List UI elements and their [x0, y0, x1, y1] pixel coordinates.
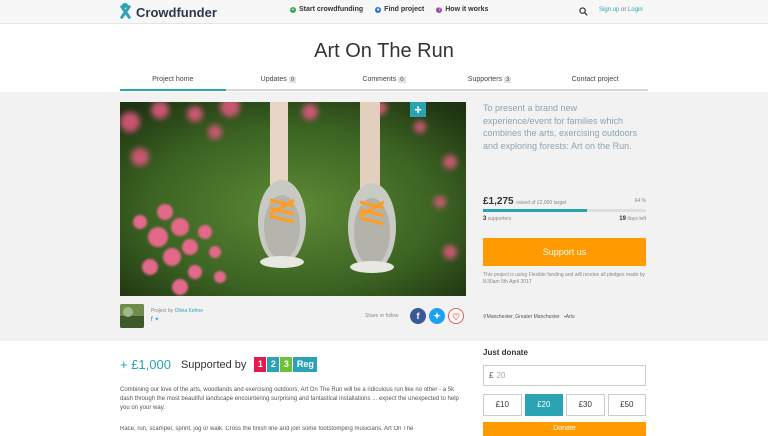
login-link[interactable]: Login: [628, 7, 643, 13]
tab-label: Comments: [362, 76, 397, 83]
tab-label: Supporters: [467, 76, 503, 83]
heart-follow-icon[interactable]: ♡: [448, 308, 464, 324]
nav-links: + Start crowdfunding ● Find project ? Ho…: [290, 6, 488, 13]
tab-contact-project[interactable]: Contact project: [542, 73, 648, 91]
project-title: Art On The Run: [314, 40, 454, 62]
nav-find-label: Find project: [384, 6, 425, 13]
funding-stats: 3 supporters 19 days left: [483, 216, 646, 222]
share-label: Share or follow: [365, 313, 399, 319]
donate-amount-options: £10 £20 £30 £50: [483, 394, 646, 416]
facebook-share-icon[interactable]: f: [410, 308, 426, 324]
raised-target: raised of £2,000 target: [516, 200, 567, 206]
funding-summary: £1,275 raised of £2,000 target 64 % 3 su…: [483, 196, 646, 222]
signup-link[interactable]: Sign up: [599, 7, 619, 13]
plus-circle-icon: +: [290, 6, 296, 13]
raised-amount: £1,275 raised of £2,000 target: [483, 196, 646, 207]
logo-mark-icon: [118, 3, 132, 20]
add-media-plus-icon[interactable]: +: [410, 102, 426, 117]
supported-by-label: Supported by: [180, 358, 247, 371]
pledge-amount: + £1,000: [120, 357, 171, 372]
creator-row: Project by Olivia Kehoe f ✦ Share or fol…: [120, 304, 466, 332]
tab-comments[interactable]: Comments 0: [331, 73, 437, 91]
tab-count: 0: [398, 77, 406, 83]
tab-label: Updates: [260, 76, 287, 83]
donate-placeholder: 20: [496, 371, 506, 380]
days-left: 19 days left: [619, 216, 646, 222]
sponsor-digit: 3: [280, 357, 293, 372]
nav-how-label: How it works: [445, 6, 489, 13]
supporters-label: supporters: [487, 216, 512, 222]
days-count: 19: [619, 216, 626, 222]
search-icon[interactable]: [579, 7, 588, 16]
brand-logo[interactable]: Crowdfunder: [118, 3, 217, 21]
just-donate-heading: Just donate: [483, 348, 528, 357]
creator-avatar[interactable]: [120, 304, 144, 328]
sponsor-word: Reg: [293, 357, 318, 372]
percent-funded: 64 %: [634, 198, 646, 204]
days-label: days left: [627, 216, 646, 222]
currency-symbol: £: [489, 371, 494, 380]
amount-option-50[interactable]: £50: [607, 394, 646, 416]
nav-start-label: Start crowdfunding: [299, 6, 364, 13]
tab-updates[interactable]: Updates 0: [225, 73, 332, 91]
hero-photo: [120, 102, 466, 296]
tab-label: Contact project: [571, 76, 619, 83]
sponsor-logo[interactable]: 1 2 3 Reg: [254, 357, 318, 372]
sponsor-digit: 1: [254, 357, 267, 372]
tab-count: 3: [504, 77, 512, 83]
tab-label: Project home: [152, 76, 194, 83]
find-icon: ●: [375, 6, 382, 13]
creator-name-link[interactable]: Olivia Kehoe: [175, 308, 203, 314]
twitter-small-icon[interactable]: ✦: [154, 317, 159, 323]
byline-prefix: Project by: [151, 308, 174, 314]
top-nav: Crowdfunder + Start crowdfunding ● Find …: [0, 0, 768, 24]
donate-amount-input[interactable]: £20: [483, 365, 646, 386]
support-us-button[interactable]: Support us: [483, 238, 646, 266]
supporters-count: 3: [483, 216, 487, 222]
tab-project-home[interactable]: Project home: [120, 73, 226, 91]
creator-social-icons[interactable]: f ✦: [151, 316, 159, 323]
amount-option-30[interactable]: £30: [566, 394, 605, 416]
location-link[interactable]: Manchester, Greater Manchester: [487, 314, 560, 320]
nav-how-it-works[interactable]: ? How it works: [436, 6, 488, 13]
funding-note: This project is using Flexible funding a…: [483, 272, 646, 285]
auth-or: or: [621, 7, 627, 13]
facebook-small-icon[interactable]: f: [151, 317, 153, 323]
brand-name: Crowdfunder: [136, 4, 217, 20]
tab-supporters[interactable]: Supporters 3: [436, 73, 543, 91]
raised-value: £1,275: [483, 196, 514, 207]
progress-bar: [483, 209, 646, 212]
amount-option-20[interactable]: £20: [524, 394, 563, 416]
pledge-banner: + £1,000 Supported by 1 2 3 Reg: [120, 357, 318, 372]
nav-find-project[interactable]: ● Find project: [375, 6, 424, 13]
category-link[interactable]: Arts: [566, 314, 575, 320]
tab-count: 0: [288, 77, 297, 83]
project-tags: ⚲Manchester, Greater Manchester ▪Arts: [483, 314, 575, 320]
project-hero-image[interactable]: [120, 102, 466, 296]
description-paragraph-2: Race, run, scamper, sprint, jog or walk.…: [120, 426, 414, 432]
project-blurb: To present a brand new experience/event …: [483, 103, 638, 151]
auth-links: Sign up or Login: [599, 7, 643, 13]
amount-option-10[interactable]: £10: [483, 394, 522, 416]
creator-byline: Project by Olivia Kehoe: [151, 308, 203, 314]
description-paragraph-1: Combining our love of the arts, woodland…: [120, 387, 459, 411]
sponsor-digit: 2: [267, 357, 280, 372]
progress-fill: [483, 209, 588, 212]
project-tabs: Project home Updates 0 Comments 0 Supporte…: [120, 73, 648, 91]
twitter-share-icon[interactable]: ✦: [429, 308, 445, 324]
donate-button[interactable]: Donate: [483, 422, 646, 436]
question-icon: ?: [436, 6, 443, 13]
nav-start-crowdfunding[interactable]: + Start crowdfunding: [290, 6, 363, 13]
